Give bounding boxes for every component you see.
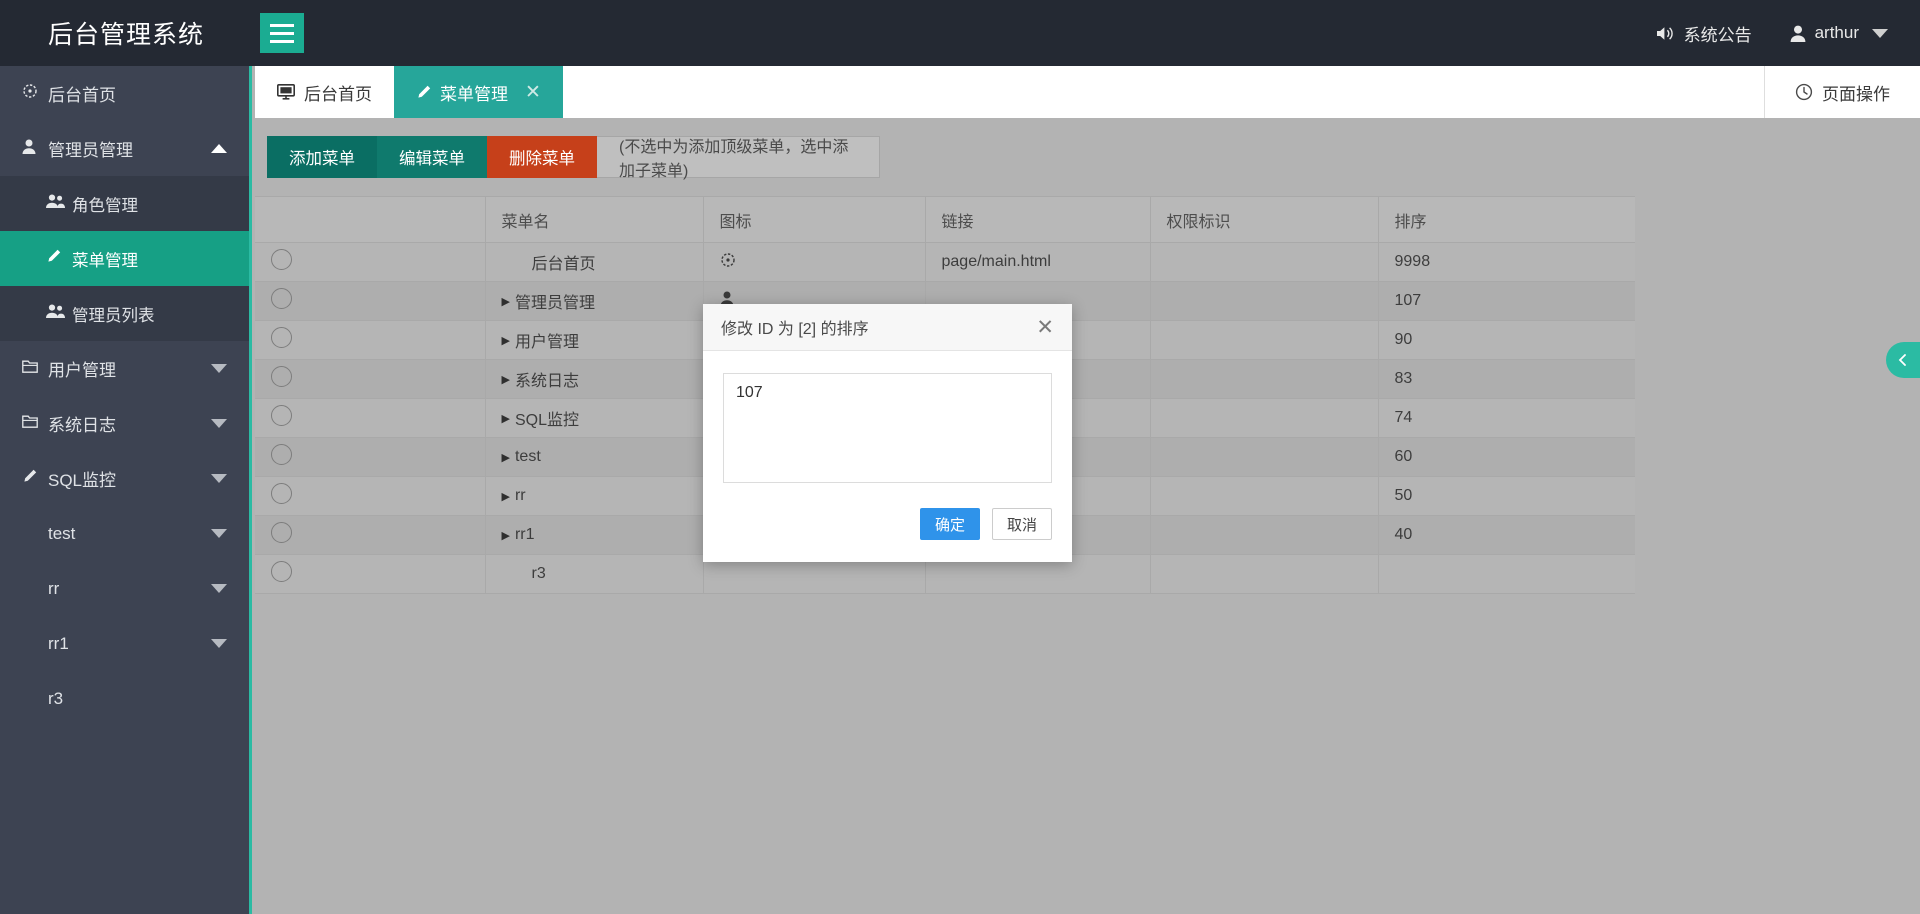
- sort-value-textarea[interactable]: [723, 373, 1052, 483]
- edit-sort-dialog: 修改 ID 为 [2] 的排序 ✕ 确定 取消: [703, 304, 1072, 562]
- confirm-button[interactable]: 确定: [920, 508, 980, 540]
- app-root: 后台管理系统 系统公告 arthur 后台首页 管理员管理 角色管理 菜单管理 …: [0, 0, 1920, 914]
- dialog-title: 修改 ID 为 [2] 的排序: [721, 321, 869, 338]
- close-icon[interactable]: ✕: [1036, 317, 1054, 338]
- dialog-header: 修改 ID 为 [2] 的排序 ✕: [703, 304, 1072, 351]
- cancel-button[interactable]: 取消: [992, 508, 1052, 540]
- dialog-body: [703, 351, 1072, 498]
- dialog-footer: 确定 取消: [703, 498, 1072, 562]
